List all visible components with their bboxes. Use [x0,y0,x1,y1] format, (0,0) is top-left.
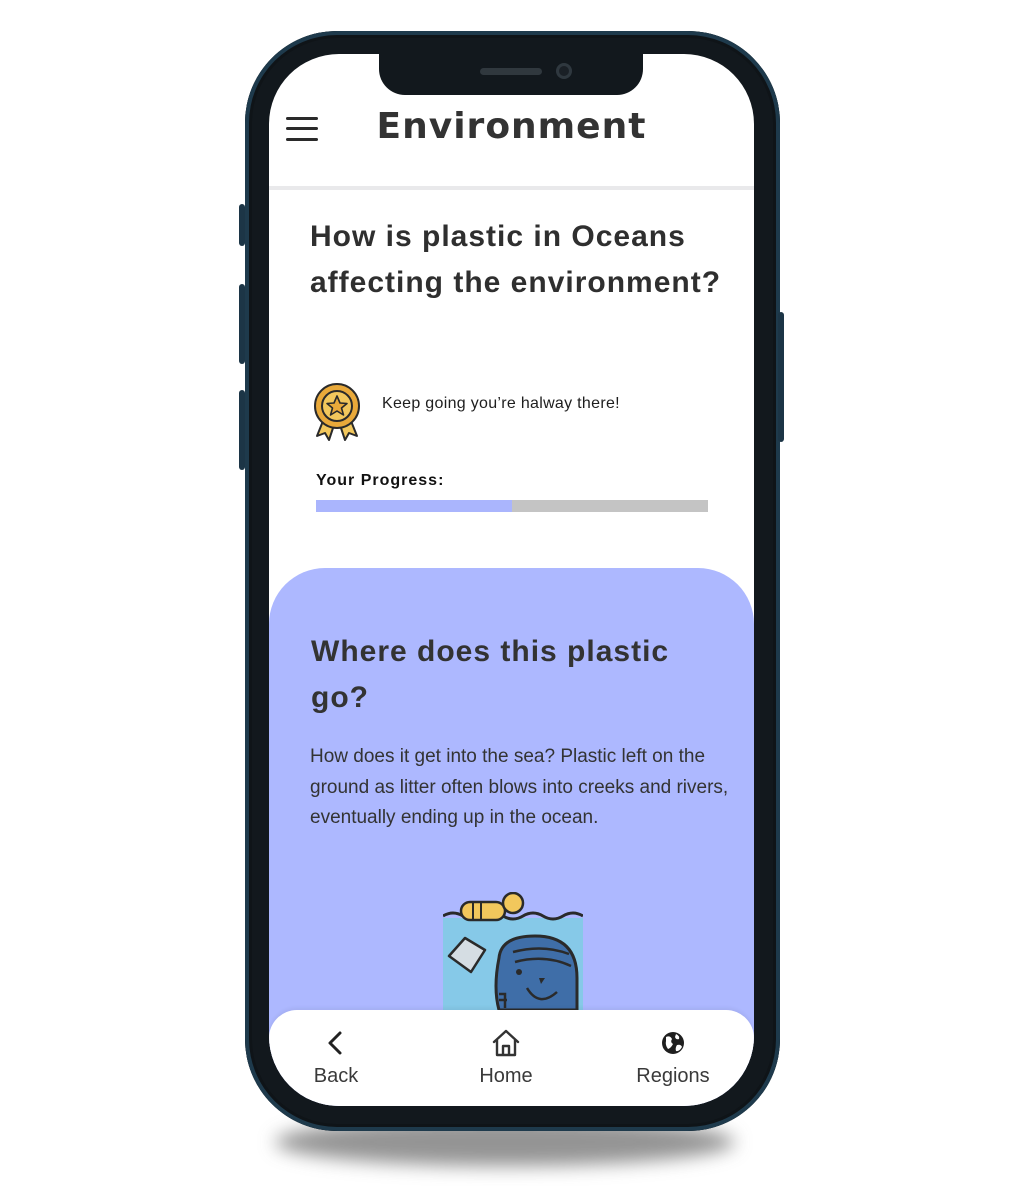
nav-back-label: Back [313,1065,359,1087]
page-title: Environment [376,106,647,147]
front-camera [556,63,572,79]
home-icon [492,1029,520,1057]
globe-icon [662,1032,684,1054]
question-heading: How is plastic in Oceans affecting the e… [310,220,722,299]
award-medal-icon [314,383,360,441]
card-body-text: How does it get into the sea? Plastic le… [310,746,729,828]
speaker [480,68,542,75]
notch [379,54,643,95]
power-button [778,312,784,442]
card-title: Where does this plastic go? [311,635,670,714]
volume-down-button [239,390,245,470]
nav-regions-button[interactable]: Regions [603,1010,743,1106]
encouragement-text: Keep going you’re halway there! [382,395,620,412]
progress-label: Your Progress: [316,472,445,489]
volume-up-button [239,284,245,364]
bottom-navigation: Back Home Regions [269,1010,754,1106]
progress-bar-fill [316,500,512,512]
nav-back-button[interactable]: Back [269,1010,406,1106]
phone-screen: Environment How is plastic in Oceans aff… [269,54,754,1106]
whale-ocean-plastic-illustration [443,892,583,1010]
chevron-left-icon [328,1031,342,1055]
nav-regions-label: Regions [636,1065,710,1087]
progress-bar [316,500,708,512]
nav-home-label: Home [479,1065,533,1087]
silent-switch [239,204,245,246]
nav-home-button[interactable]: Home [436,1010,576,1106]
